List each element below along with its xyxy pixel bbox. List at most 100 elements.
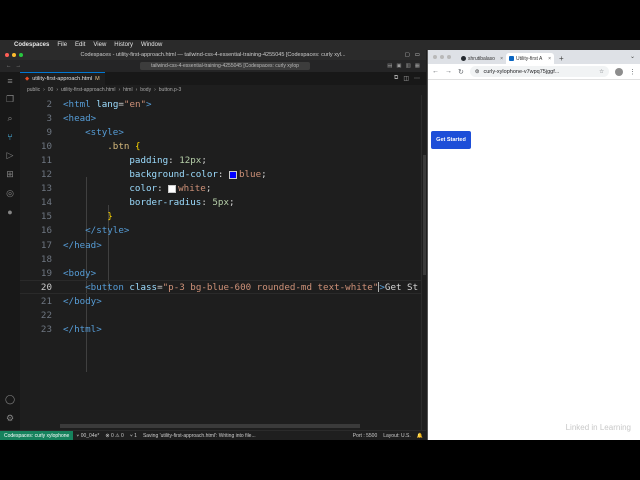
site-info-icon[interactable]: ⊜ [475,69,480,75]
editor-tab-label: utility-first-approach.html [32,76,93,82]
horizontal-scrollbar[interactable] [60,424,360,428]
branch-indicator[interactable]: ⑂ 00_04e* [73,433,102,439]
breadcrumb-item[interactable]: body [140,87,151,93]
line-number: 2 [46,98,52,110]
split-editor-icon[interactable]: ◫ [403,75,409,82]
run-debug-icon[interactable]: ▷ [7,150,14,161]
toggle-secondary-sidebar-icon[interactable]: ▥ [406,63,411,69]
profile-avatar[interactable] [615,67,623,76]
menu-edit[interactable]: Edit [75,42,85,48]
browser-tab-github[interactable]: shrutibalaso × [458,53,506,64]
code-editor[interactable]: 2 <html lang="en"> 3 <head> 9 <style> 10 .btn… [20,95,421,430]
code-line[interactable]: 22 [20,309,421,323]
forward-arrow-icon[interactable]: → [16,63,22,69]
customize-layout-icon[interactable]: ▦ [415,63,420,69]
source-control-icon[interactable]: ⑂ [7,132,12,142]
menu-view[interactable]: View [93,42,106,48]
bookmark-star-icon[interactable]: ☆ [599,69,604,75]
explorer-icon[interactable]: ❐ [6,94,14,105]
vscode-titlebar: Codespaces - utility-first-approach.html… [0,50,426,60]
line-code: color: white; [129,183,212,195]
address-bar[interactable]: ⊜ curly-xylophone-v7wpq75jggf... ☆ [469,66,609,77]
get-started-button[interactable]: Get Started [431,131,471,149]
code-line[interactable]: 2 <html lang="en"> [20,97,421,111]
tab-search-chevron-icon[interactable]: ⌄ [630,53,635,60]
line-number: 16 [40,225,52,237]
account-icon[interactable]: ◯ [5,394,15,405]
code-line[interactable]: 18 [20,252,421,266]
line-code: <html lang="en"> [63,98,152,110]
close-window-button[interactable] [433,55,437,59]
branch-label: 00_04e* [80,432,100,439]
chrome-menu-icon[interactable]: ⋮ [629,68,636,76]
back-arrow-icon[interactable]: ← [6,63,12,69]
github-icon[interactable]: ● [7,207,12,217]
menu-history[interactable]: History [114,42,133,48]
vscode-window: Codespaces - utility-first-approach.html… [0,50,426,440]
page-viewport: Get Started Linked in Learning [428,80,640,440]
remote-indicator[interactable]: Codespaces: curly xylophone [0,430,74,440]
extensions-icon[interactable]: ⊞ [6,169,14,180]
code-line[interactable]: 10 .btn { [20,139,421,153]
toggle-panel-icon[interactable]: ▣ [396,63,401,69]
line-code: <style> [85,126,124,138]
ports-indicator[interactable]: ⑂ 1 [127,433,140,439]
close-tab-icon[interactable]: × [548,56,551,62]
url-text: curly-xylophone-v7wpq75jggf... [483,68,560,75]
browser-tab-utility-first[interactable]: Utility-first A × [506,53,554,64]
editor-scrollbar[interactable] [421,95,426,430]
breadcrumb-item[interactable]: public [27,87,40,93]
new-tab-button[interactable]: + [554,53,569,64]
problems-indicator[interactable]: ⊗ 0 ⚠ 0 [102,433,126,439]
command-center[interactable]: tailwind-css-4-essential-training-425504… [140,62,310,70]
code-line[interactable]: 23 </html> [20,323,421,337]
close-tab-icon[interactable]: × [500,56,503,62]
forward-arrow-icon[interactable]: → [445,68,452,75]
open-preview-icon[interactable]: ⧉ [394,75,398,82]
code-line[interactable]: 3 <head> [20,111,421,125]
breadcrumb-item[interactable]: 00 [48,87,54,93]
zoom-window-button[interactable] [447,55,451,59]
port-indicator[interactable]: Port : 5500 [350,433,380,439]
panel-icon[interactable]: ▭ [415,52,420,58]
editor-tab-utility-first[interactable]: ◆ utility-first-approach.html M [20,72,105,85]
menu-file[interactable]: File [57,42,67,48]
notifications-bell-icon[interactable]: 🔔 [414,433,426,439]
line-number: 14 [40,197,52,209]
scrollbar-thumb[interactable] [423,155,426,275]
layout-icon[interactable]: ▢ [405,52,410,58]
code-line[interactable]: 20 <button class="p-3 bg-blue-600 rounde… [20,280,421,295]
code-line[interactable]: 17 </head> [20,238,421,252]
reload-icon[interactable]: ↻ [458,68,464,76]
code-line[interactable]: 12 background-color: blue; [20,168,421,182]
code-line[interactable]: 11 padding: 12px; [20,153,421,167]
settings-gear-icon[interactable]: ⚙ [6,413,14,424]
code-line[interactable]: 16 </style> [20,224,421,238]
minimize-window-button[interactable] [440,55,444,59]
search-icon[interactable]: ⌕ [7,113,12,124]
breadcrumb-item[interactable]: button.p-3 [159,87,182,93]
line-number: 21 [40,295,52,307]
code-line[interactable]: 14 border-radius: 5px; [20,196,421,210]
code-line[interactable]: 15 } [20,210,421,224]
menu-window[interactable]: Window [141,42,162,48]
chrome-tab-strip: shrutibalaso × Utility-first A × + ⌄ [428,50,640,64]
code-line[interactable]: 21 </body> [20,294,421,308]
code-line[interactable]: 13 color: white; [20,182,421,196]
minimize-window-button[interactable] [12,53,16,57]
code-line[interactable]: 19 <body> [20,266,421,280]
toggle-sidebar-icon[interactable]: ▤ [387,63,392,69]
line-number: 9 [46,126,52,138]
menu-icon[interactable]: ≡ [7,76,12,86]
remote-explorer-icon[interactable]: ◎ [6,188,14,199]
code-line[interactable]: 9 <style> [20,125,421,139]
close-window-button[interactable] [5,53,9,57]
zoom-window-button[interactable] [19,53,23,57]
breadcrumb-item[interactable]: html [123,87,132,93]
line-code: background-color: blue; [129,169,267,180]
back-arrow-icon[interactable]: ← [432,68,439,75]
keyboard-layout[interactable]: Layout: U.S. [380,433,414,439]
breadcrumb-item[interactable]: utility-first-approach.html [61,87,115,93]
menu-app-name[interactable]: Codespaces [14,42,49,48]
more-actions-icon[interactable]: ⋯ [414,75,420,82]
